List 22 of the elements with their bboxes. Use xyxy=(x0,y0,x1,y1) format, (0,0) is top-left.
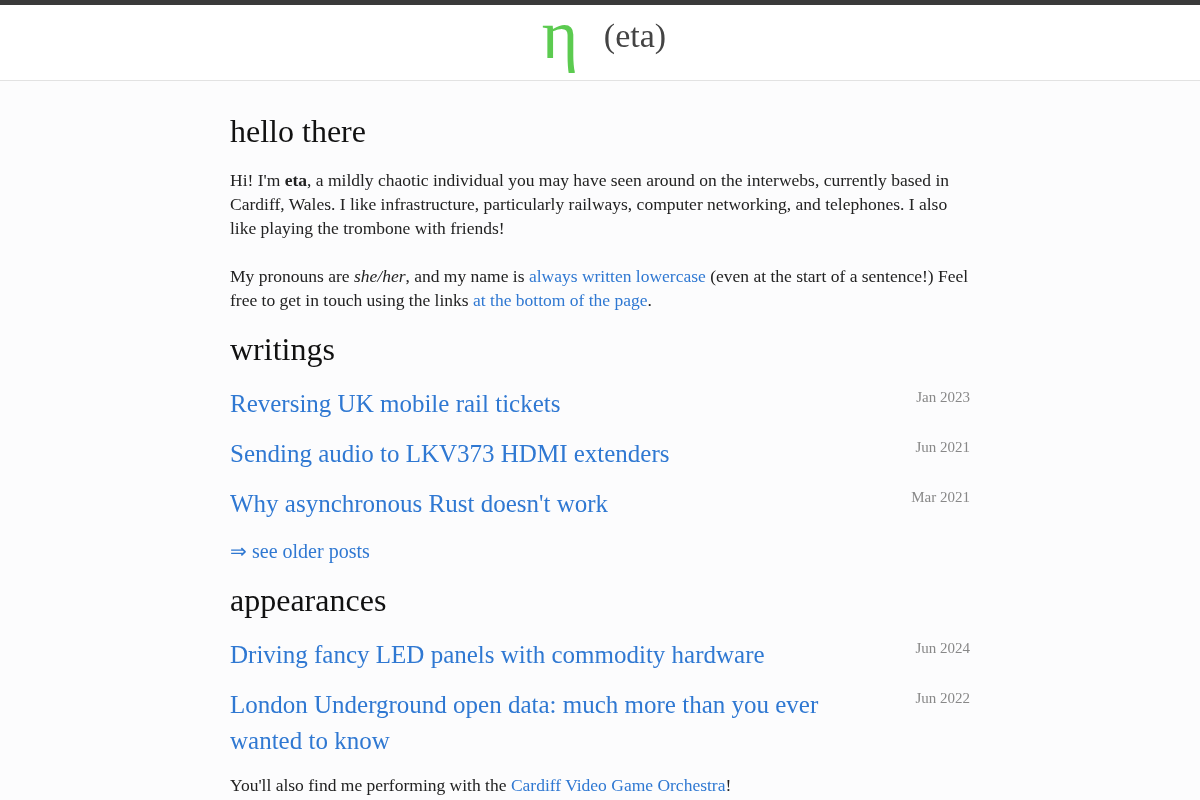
section-heading: appearances xyxy=(230,583,388,617)
text-link[interactable]: always written lowercase xyxy=(528,266,706,286)
post-date: Jun 2021 xyxy=(915,438,970,456)
post-date: Mar 2021 xyxy=(911,488,970,506)
post-date: Jun 2022 xyxy=(915,689,970,707)
paragraph: My pronouns are she/her, and my name is always written lowercase (even at the start of a sentence!) Feel free to get in touch using the links at the bottom of the page. xyxy=(230,265,970,312)
text-link[interactable]: at the bottom of the page xyxy=(473,290,648,310)
post-date: Jan 2023 xyxy=(916,388,970,406)
paragraph: You'll also find me performing with the Cardiff Video Game Orchestra! xyxy=(230,774,733,797)
post-link[interactable]: Driving fancy LED panels with commodity hardware xyxy=(230,637,765,673)
text-link[interactable]: Cardiff Video Game Orchestra xyxy=(510,775,726,795)
section-heading: writings xyxy=(230,332,336,366)
post-date: Jun 2024 xyxy=(915,639,970,657)
section-heading: hello there xyxy=(230,114,367,148)
post-link[interactable]: London Underground open data: much more than you ever wanted to know xyxy=(230,687,870,759)
paragraph: Hi! I'm eta, a mildly chaotic individual you may have seen around on the interwebs, currently based in Cardiff, Wales. I like infrastructure, particularly railways, computer networking, and telephones. I also like playing the trombone with friends! xyxy=(230,169,950,240)
site-title: (eta) xyxy=(603,15,667,56)
post-link[interactable]: Reversing UK mobile rail tickets xyxy=(230,386,561,422)
see-older-posts-link[interactable]: ⇒ see older posts xyxy=(230,539,370,563)
logo-letter: η xyxy=(539,16,580,75)
post-link[interactable]: Why asynchronous Rust doesn't work xyxy=(230,486,609,522)
post-link[interactable]: Sending audio to LKV373 HDMI extenders xyxy=(230,436,670,472)
